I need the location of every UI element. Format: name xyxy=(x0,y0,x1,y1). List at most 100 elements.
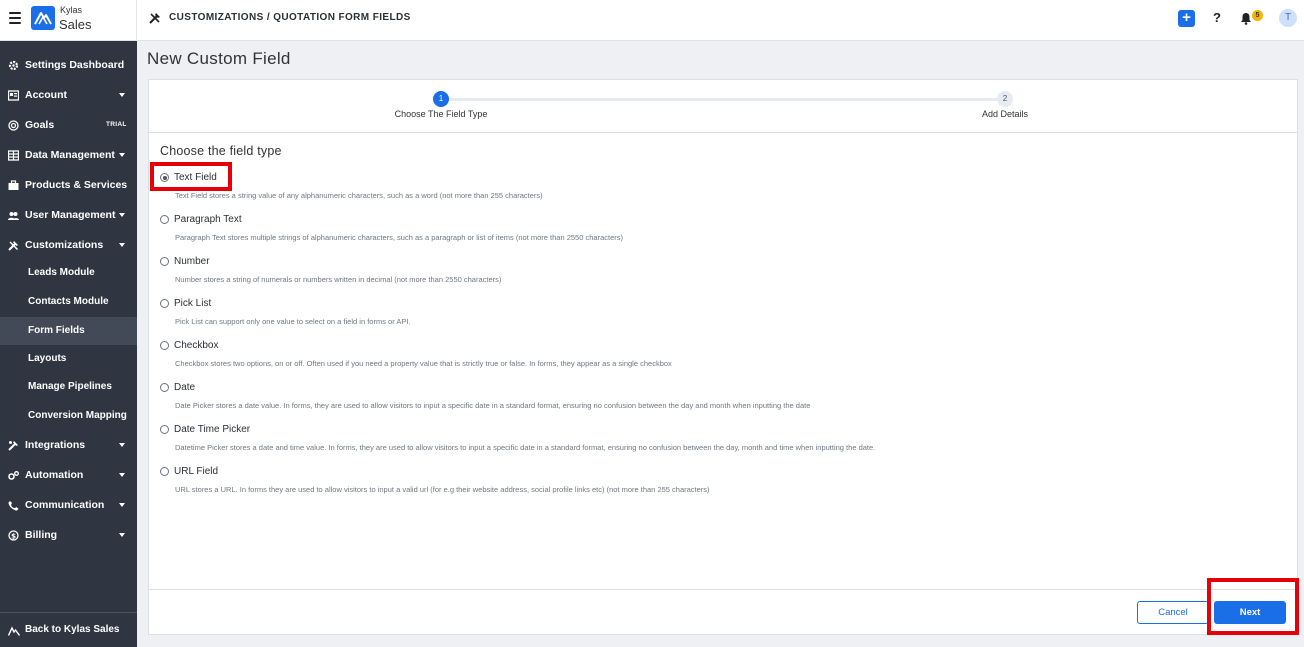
sidebar-item-label: Settings Dashboard xyxy=(25,59,125,71)
sidebar-item-automation[interactable]: Automation xyxy=(0,461,137,489)
sidebar-item-user-management[interactable]: User Management xyxy=(0,201,137,229)
chevron-down-icon xyxy=(119,533,125,537)
sidebar-subitem-label: Layouts xyxy=(28,353,67,364)
kylas-logo-icon xyxy=(8,626,20,636)
option-paragraph-text[interactable]: Paragraph Text Paragraph Text stores mul… xyxy=(160,214,1280,253)
step-2-label: Add Details xyxy=(981,109,1029,119)
sidebar-item-integrations[interactable]: Integrations xyxy=(0,431,137,459)
avatar[interactable]: T xyxy=(1279,9,1297,27)
sidebar-item-label: Integrations xyxy=(25,439,86,451)
cancel-button[interactable]: Cancel xyxy=(1137,601,1209,624)
option-description: Number stores a string of numerals or nu… xyxy=(175,275,502,284)
svg-text:$: $ xyxy=(11,532,16,540)
sidebar-subitem-conversion-mapping[interactable]: Conversion Mapping xyxy=(0,402,137,430)
chevron-down-icon xyxy=(119,243,125,247)
stepper: 1 2 Choose The Field Type Add Details xyxy=(149,80,1297,133)
sidebar-subitem-form-fields[interactable]: Form Fields xyxy=(0,317,137,345)
option-name: Paragraph Text xyxy=(174,214,242,225)
option-description: Checkbox stores two options, on or off. … xyxy=(175,359,672,368)
radio-number[interactable] xyxy=(160,257,169,266)
chevron-down-icon xyxy=(119,213,125,217)
custom-field-card: 1 2 Choose The Field Type Add Details Ch… xyxy=(148,79,1298,635)
chevron-down-icon xyxy=(119,503,125,507)
sidebar-subitem-manage-pipelines[interactable]: Manage Pipelines xyxy=(0,373,137,401)
option-name: Date Time Picker xyxy=(174,424,251,435)
brand-main: Sales xyxy=(59,17,92,32)
sidebar-item-label: Account xyxy=(25,89,67,101)
puzzle-icon xyxy=(8,441,18,451)
chevron-down-icon xyxy=(119,153,125,157)
tools-icon xyxy=(149,13,160,24)
option-url-field[interactable]: URL Field URL stores a URL. In forms the… xyxy=(160,466,1280,505)
chevron-down-icon xyxy=(119,93,125,97)
step-1-label: Choose The Field Type xyxy=(394,109,488,119)
cogs-icon xyxy=(8,471,19,480)
radio-date[interactable] xyxy=(160,383,169,392)
option-description: Date Picker stores a date value. In form… xyxy=(175,401,811,410)
radio-text-field[interactable] xyxy=(160,173,169,182)
phone-icon xyxy=(8,501,19,511)
radio-pick-list[interactable] xyxy=(160,299,169,308)
page-title: New Custom Field xyxy=(147,49,291,68)
radio-date-time-picker[interactable] xyxy=(160,425,169,434)
step-1-indicator: 1 xyxy=(433,91,449,107)
divider xyxy=(136,0,137,41)
sidebar: Settings Dashboard Account Goals TRIAL D… xyxy=(0,41,137,647)
sidebar-item-label: Billing xyxy=(25,529,58,541)
add-button[interactable]: + xyxy=(1178,10,1195,27)
option-pick-list[interactable]: Pick List Pick List can support only one… xyxy=(160,298,1280,337)
option-text-field[interactable]: Text Field Text Field stores a string va… xyxy=(160,172,1280,211)
radio-checkbox[interactable] xyxy=(160,341,169,350)
help-icon[interactable]: ? xyxy=(1213,10,1221,25)
option-date[interactable]: Date Date Picker stores a date value. In… xyxy=(160,382,1280,421)
sidebar-item-label: Customizations xyxy=(25,239,104,251)
chevron-down-icon xyxy=(119,473,125,477)
step-2-indicator: 2 xyxy=(997,91,1013,107)
option-date-time-picker[interactable]: Date Time Picker Datetime Picker stores … xyxy=(160,424,1280,463)
sidebar-subitem-contacts-module[interactable]: Contacts Module xyxy=(0,288,137,316)
sidebar-item-products-services[interactable]: Products & Services xyxy=(0,171,137,199)
sidebar-subitem-label: Form Fields xyxy=(28,325,85,336)
option-number[interactable]: Number Number stores a string of numeral… xyxy=(160,256,1280,295)
sidebar-item-label: Products & Services xyxy=(25,179,128,191)
next-button[interactable]: Next xyxy=(1214,601,1286,624)
sidebar-item-settings-dashboard[interactable]: Settings Dashboard xyxy=(0,51,137,79)
option-name: Date xyxy=(174,382,196,393)
sidebar-item-label: Communication xyxy=(25,499,105,511)
option-name: URL Field xyxy=(174,466,219,477)
chevron-down-icon xyxy=(119,443,125,447)
sidebar-item-goals[interactable]: Goals TRIAL xyxy=(0,111,137,139)
table-icon xyxy=(8,150,19,161)
sidebar-item-communication[interactable]: Communication xyxy=(0,491,137,519)
briefcase-icon xyxy=(8,180,19,190)
radio-url-field[interactable] xyxy=(160,467,169,476)
option-name: Text Field xyxy=(174,172,217,183)
tools-icon xyxy=(8,241,19,251)
section-title: Choose the field type xyxy=(160,144,282,158)
sidebar-item-label: Data Management xyxy=(25,149,115,161)
radio-paragraph-text[interactable] xyxy=(160,215,169,224)
option-checkbox[interactable]: Checkbox Checkbox stores two options, on… xyxy=(160,340,1280,379)
sidebar-subitem-layouts[interactable]: Layouts xyxy=(0,345,137,373)
bell-icon[interactable] xyxy=(1240,12,1252,25)
option-description: Datetime Picker stores a date and time v… xyxy=(175,443,876,452)
form-footer: Cancel Next xyxy=(149,589,1297,634)
sidebar-subitem-label: Conversion Mapping xyxy=(28,410,127,421)
back-to-kylas-sales-link[interactable]: Back to Kylas Sales xyxy=(0,612,137,647)
gear-icon xyxy=(8,60,19,71)
option-description: Pick List can support only one value to … xyxy=(175,317,411,326)
sidebar-subitem-leads-module[interactable]: Leads Module xyxy=(0,259,137,287)
sidebar-item-billing[interactable]: $ Billing xyxy=(0,521,137,549)
sidebar-item-account[interactable]: Account xyxy=(0,81,137,109)
top-bar: Kylas Sales CUSTOMIZATIONS / QUOTATION F… xyxy=(0,0,1304,41)
option-description: Text Field stores a string value of any … xyxy=(175,191,543,200)
sidebar-item-label: Goals xyxy=(25,119,55,131)
sidebar-item-label: Automation xyxy=(25,469,84,481)
sidebar-item-customizations[interactable]: Customizations xyxy=(0,231,137,259)
sidebar-subitem-label: Leads Module xyxy=(28,267,95,278)
kylas-logo-icon[interactable] xyxy=(31,6,55,30)
brand-small: Kylas xyxy=(60,5,83,15)
sidebar-item-data-management[interactable]: Data Management xyxy=(0,141,137,169)
hamburger-menu-icon[interactable] xyxy=(9,12,21,24)
breadcrumb: CUSTOMIZATIONS / QUOTATION FORM FIELDS xyxy=(169,12,411,23)
